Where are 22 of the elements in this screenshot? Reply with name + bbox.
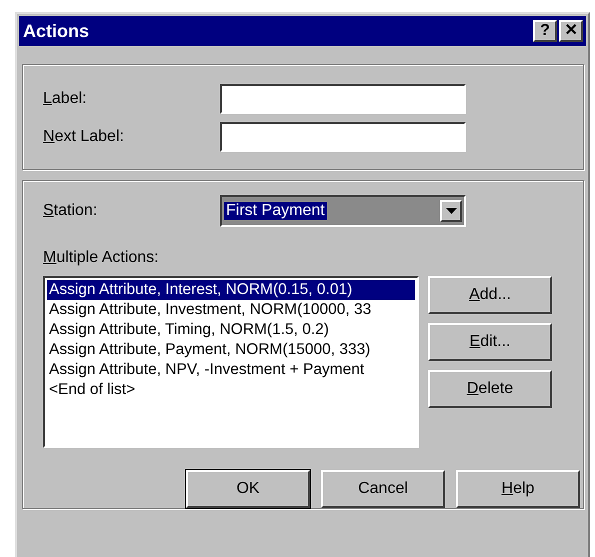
station-dropdown[interactable]: First Payment <box>220 195 466 227</box>
list-label: Multiple Actions: <box>43 249 160 267</box>
field-label: Station: <box>43 202 98 220</box>
help-button[interactable]: ? <box>533 20 557 42</box>
list-item[interactable]: <End of list> <box>47 380 415 400</box>
field-label: Next Label: <box>43 128 125 146</box>
dialog-button[interactable]: Cancel <box>321 470 445 508</box>
dialog-button[interactable]: Help <box>456 470 580 508</box>
window-title: Actions <box>23 20 90 42</box>
list-item[interactable]: Assign Attribute, Investment, NORM(10000, 33 <box>47 300 415 320</box>
list-item[interactable]: Assign Attribute, NPV, -Investment + Payment <box>47 360 415 380</box>
list-item[interactable]: Assign Attribute, Payment, NORM(15000, 333) <box>47 340 415 360</box>
field-label: Label: <box>43 90 88 108</box>
action-button[interactable]: Add... <box>428 276 552 314</box>
dialog-button[interactable]: OK <box>186 470 310 508</box>
action-button[interactable]: Edit... <box>428 323 552 361</box>
list-item[interactable]: Assign Attribute, Interest, NORM(0.15, 0.01) <box>47 280 415 300</box>
list-item[interactable]: Assign Attribute, Timing, NORM(1.5, 0.2) <box>47 320 415 340</box>
close-button[interactable]: ✕ <box>559 20 583 42</box>
input-field[interactable] <box>220 84 466 114</box>
input-field[interactable] <box>220 122 466 152</box>
action-button[interactable]: Delete <box>428 370 552 408</box>
